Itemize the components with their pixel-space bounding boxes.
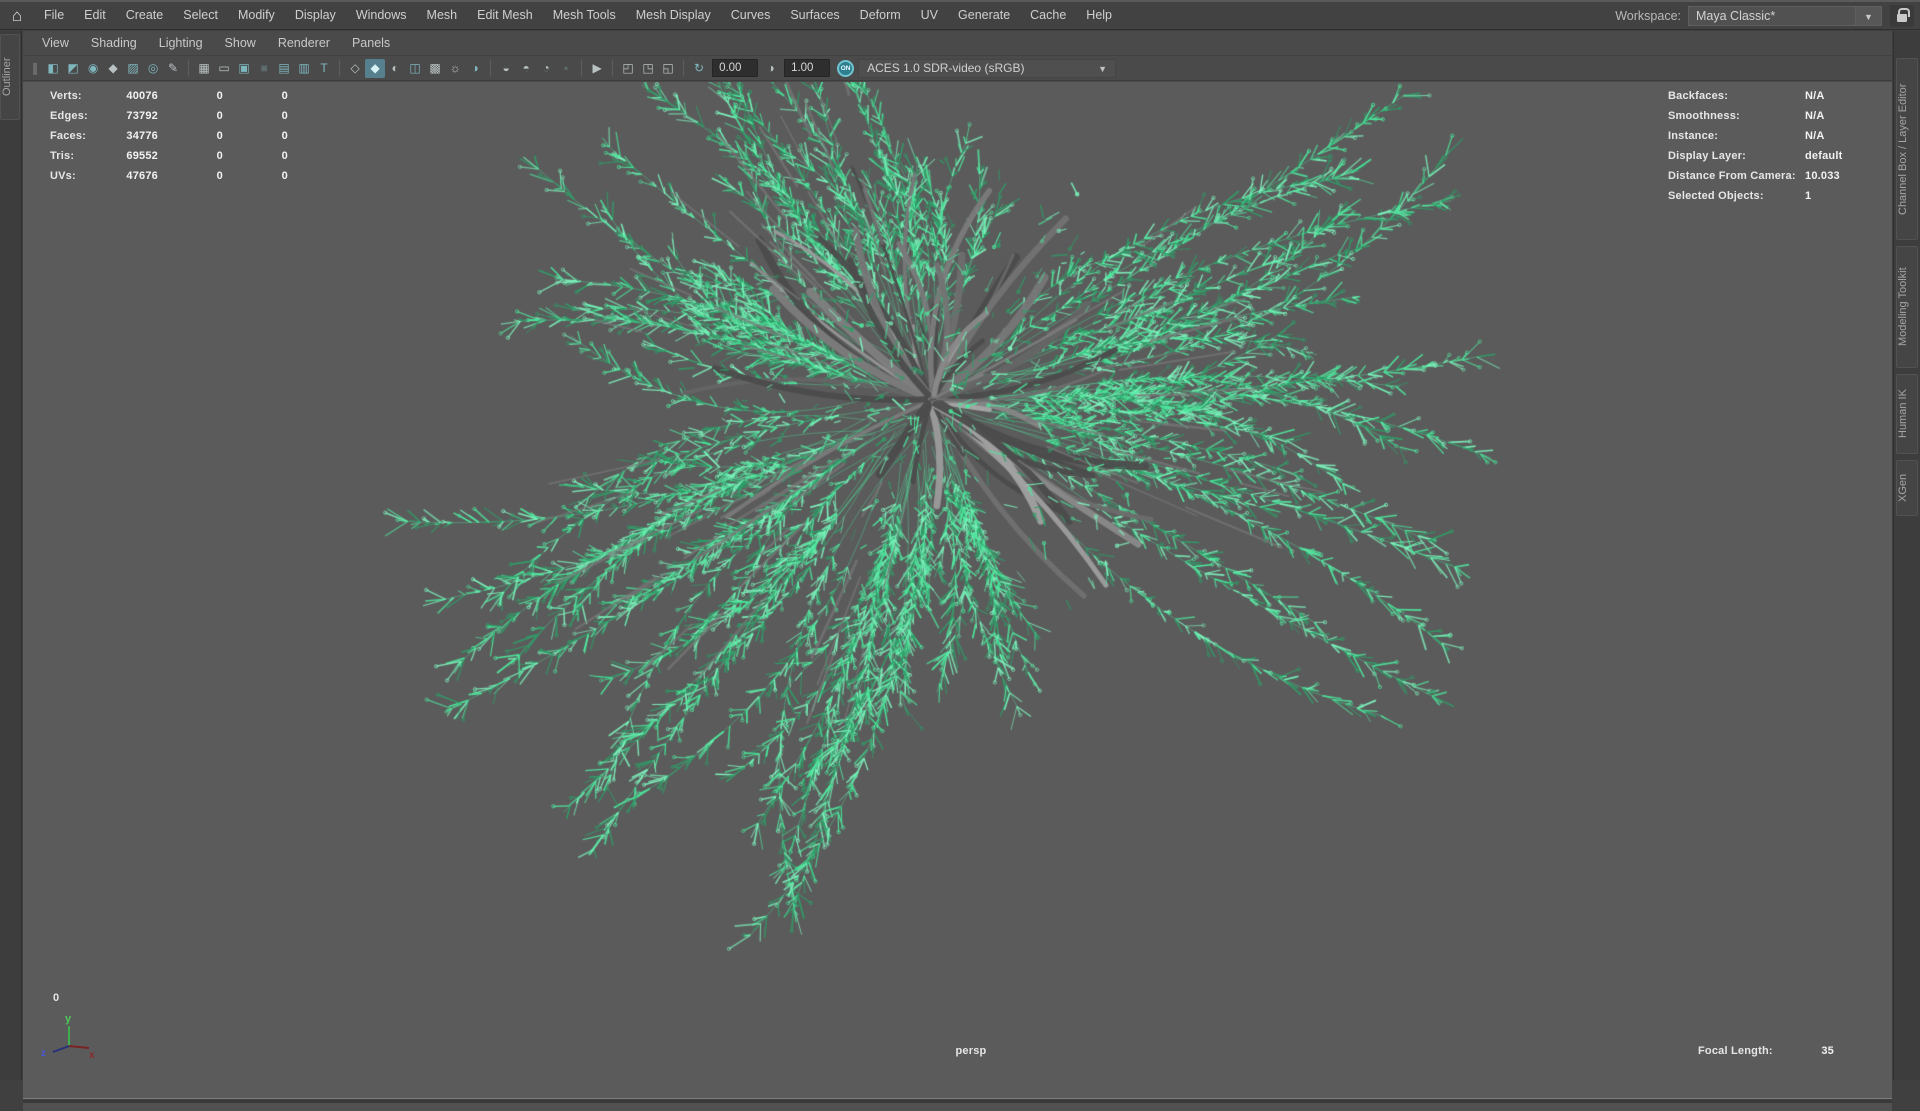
panel-menu-renderer[interactable]: Renderer — [267, 31, 341, 55]
menu-help[interactable]: Help — [1076, 2, 1122, 29]
safe-title-icon[interactable]: T — [314, 59, 334, 78]
lock-icon — [1897, 8, 1910, 22]
toolbar-separator — [581, 60, 583, 76]
hud-focal-length: Focal Length: 35 — [1698, 1045, 1834, 1057]
hud-current-frame: 0 — [53, 992, 60, 1004]
film-gate-icon[interactable]: ▭ — [214, 59, 234, 78]
home-icon[interactable]: ⌂ — [0, 2, 34, 30]
menu-file[interactable]: File — [34, 2, 74, 29]
workspace-selector[interactable]: Maya Classic* — [1688, 5, 1856, 26]
field-chart-icon[interactable]: ▤ — [274, 59, 294, 78]
menu-mesh[interactable]: Mesh — [417, 2, 468, 29]
select-tool-icon[interactable]: ▶ — [587, 59, 607, 78]
panel-menu-view[interactable]: View — [31, 31, 80, 55]
grid-icon[interactable]: ▦ — [194, 59, 214, 78]
axis-x-label: x — [89, 1050, 95, 1061]
color-management-toggle[interactable]: ON — [837, 59, 855, 77]
toolbar-separator — [339, 60, 341, 76]
wireframe-display-icon[interactable]: ◇ — [345, 59, 365, 78]
panel-toolbar: ❚ ◧ ◩ ◉ ◆ ▨ ◎ ✎ ▦ ▭ ▣ ■ ▤ ▥ T ◇ ◆ ◐ ◫ ▩ … — [23, 56, 1892, 81]
workspace-area: Workspace: Maya Classic* ▼ — [1615, 2, 1920, 30]
camera-attributes-icon[interactable]: ◉ — [83, 59, 103, 78]
grease-pencil-icon[interactable]: ✎ — [163, 59, 183, 78]
menu-surfaces[interactable]: Surfaces — [780, 2, 849, 29]
toolbar-separator — [612, 60, 614, 76]
menu-windows[interactable]: Windows — [346, 2, 417, 29]
textured-display-icon[interactable]: ◐ — [385, 59, 405, 78]
colorspace-dropdown[interactable]: ACES 1.0 SDR-video (sRGB) ▼ — [858, 58, 1117, 78]
shadows-icon[interactable]: ◑ — [465, 59, 485, 78]
isolate-select-icon[interactable]: ◰ — [618, 59, 638, 78]
view-axis-gizmo: y x z — [41, 1013, 95, 1061]
panel-menu-shading[interactable]: Shading — [80, 31, 148, 55]
menu-cache[interactable]: Cache — [1020, 2, 1076, 29]
workspace-label: Workspace: — [1615, 8, 1681, 23]
menu-mesh-tools[interactable]: Mesh Tools — [543, 2, 626, 29]
fog-icon[interactable]: ▪ — [556, 59, 576, 78]
menu-edit[interactable]: Edit — [74, 2, 116, 29]
lock-camera-icon[interactable]: ◩ — [63, 59, 83, 78]
menu-mesh-display[interactable]: Mesh Display — [626, 2, 721, 29]
toolbar-separator — [188, 60, 190, 76]
menu-modify[interactable]: Modify — [228, 2, 285, 29]
menu-uv[interactable]: UV — [911, 2, 948, 29]
menu-display[interactable]: Display — [285, 2, 346, 29]
toolbar-separator — [490, 60, 492, 76]
panel-menu-show[interactable]: Show — [214, 31, 267, 55]
menu-edit-mesh[interactable]: Edit Mesh — [467, 2, 543, 29]
axis-z-label: z — [41, 1048, 46, 1059]
tab-outliner[interactable]: Outliner — [0, 34, 20, 120]
menu-select[interactable]: Select — [173, 2, 228, 29]
viewport-3d[interactable]: Verts: 40076 0 0 Edges: 73792 0 0 Faces:… — [23, 82, 1892, 1099]
menu-deform[interactable]: Deform — [850, 2, 911, 29]
workspace-lock-button[interactable] — [1890, 4, 1914, 27]
colorspace-value: ACES 1.0 SDR-video (sRGB) — [867, 60, 1025, 75]
xray-display-icon[interactable]: ◳ — [638, 59, 658, 78]
colorspace-dropdown-arrow-icon: ▼ — [1098, 63, 1108, 74]
shaded-display-icon[interactable]: ◆ — [365, 58, 386, 78]
focal-length-value: 35 — [1821, 1045, 1834, 1057]
tab-human-ik[interactable]: Human IK — [1896, 374, 1918, 454]
exposure-icon[interactable]: ↻ — [689, 59, 709, 78]
menu-generate[interactable]: Generate — [948, 2, 1020, 29]
exposure-field[interactable]: 0.00 — [712, 59, 759, 77]
workspace-dropdown-arrow-icon[interactable]: ▼ — [1856, 5, 1882, 26]
tab-modeling-toolkit[interactable]: Modeling Toolkit — [1896, 246, 1918, 368]
axis-y-label: y — [65, 1013, 72, 1025]
motion-blur-icon[interactable]: ◓ — [516, 59, 536, 78]
xray-joints-icon[interactable]: ◱ — [658, 59, 678, 78]
menu-create[interactable]: Create — [116, 2, 174, 29]
panel-menu-lighting[interactable]: Lighting — [148, 31, 214, 55]
gate-mask-icon[interactable]: ■ — [254, 59, 274, 78]
safe-action-icon[interactable]: ▥ — [294, 59, 314, 78]
focal-length-label: Focal Length: — [1698, 1045, 1773, 1057]
bookmarks-icon[interactable]: ◆ — [103, 59, 123, 78]
left-tab-strip: Outliner — [0, 31, 22, 1080]
default-material-icon[interactable]: ◫ — [405, 59, 425, 78]
checker-display-icon[interactable]: ▩ — [425, 59, 445, 78]
depth-of-field-icon[interactable]: ◔ — [536, 59, 556, 78]
screen-space-ao-icon[interactable]: ◒ — [496, 59, 516, 78]
toolbar-separator — [683, 60, 685, 76]
right-tab-strip: Channel Box / Layer Editor Modeling Tool… — [1893, 31, 1920, 1080]
viewport-canvas[interactable] — [23, 82, 1892, 1048]
gamma-field[interactable]: 1.00 — [784, 59, 831, 77]
use-all-lights-icon[interactable]: ☼ — [445, 59, 465, 78]
panel-bottom-strip — [23, 1100, 1892, 1111]
menu-curves[interactable]: Curves — [721, 2, 781, 29]
gamma-icon[interactable]: ◑ — [761, 59, 781, 78]
resolution-gate-icon[interactable]: ▣ — [234, 59, 254, 78]
panel-menu-panels[interactable]: Panels — [341, 31, 401, 55]
tab-channel-box-layer-editor[interactable]: Channel Box / Layer Editor — [1896, 58, 1918, 240]
hud-camera-name: persp — [955, 1045, 987, 1057]
image-plane-icon[interactable]: ▨ — [123, 59, 143, 78]
2d-pan-zoom-icon[interactable]: ◎ — [143, 59, 163, 78]
perspective-panel: View Shading Lighting Show Renderer Pane… — [23, 31, 1892, 1111]
toolbar-grip[interactable]: ❚ — [30, 61, 40, 75]
tab-xgen[interactable]: XGen — [1896, 460, 1918, 516]
select-camera-icon[interactable]: ◧ — [43, 59, 63, 78]
app-menu-bar: ⌂ File Edit Create Select Modify Display… — [0, 0, 1920, 30]
panel-menu-bar: View Shading Lighting Show Renderer Pane… — [23, 31, 1892, 56]
